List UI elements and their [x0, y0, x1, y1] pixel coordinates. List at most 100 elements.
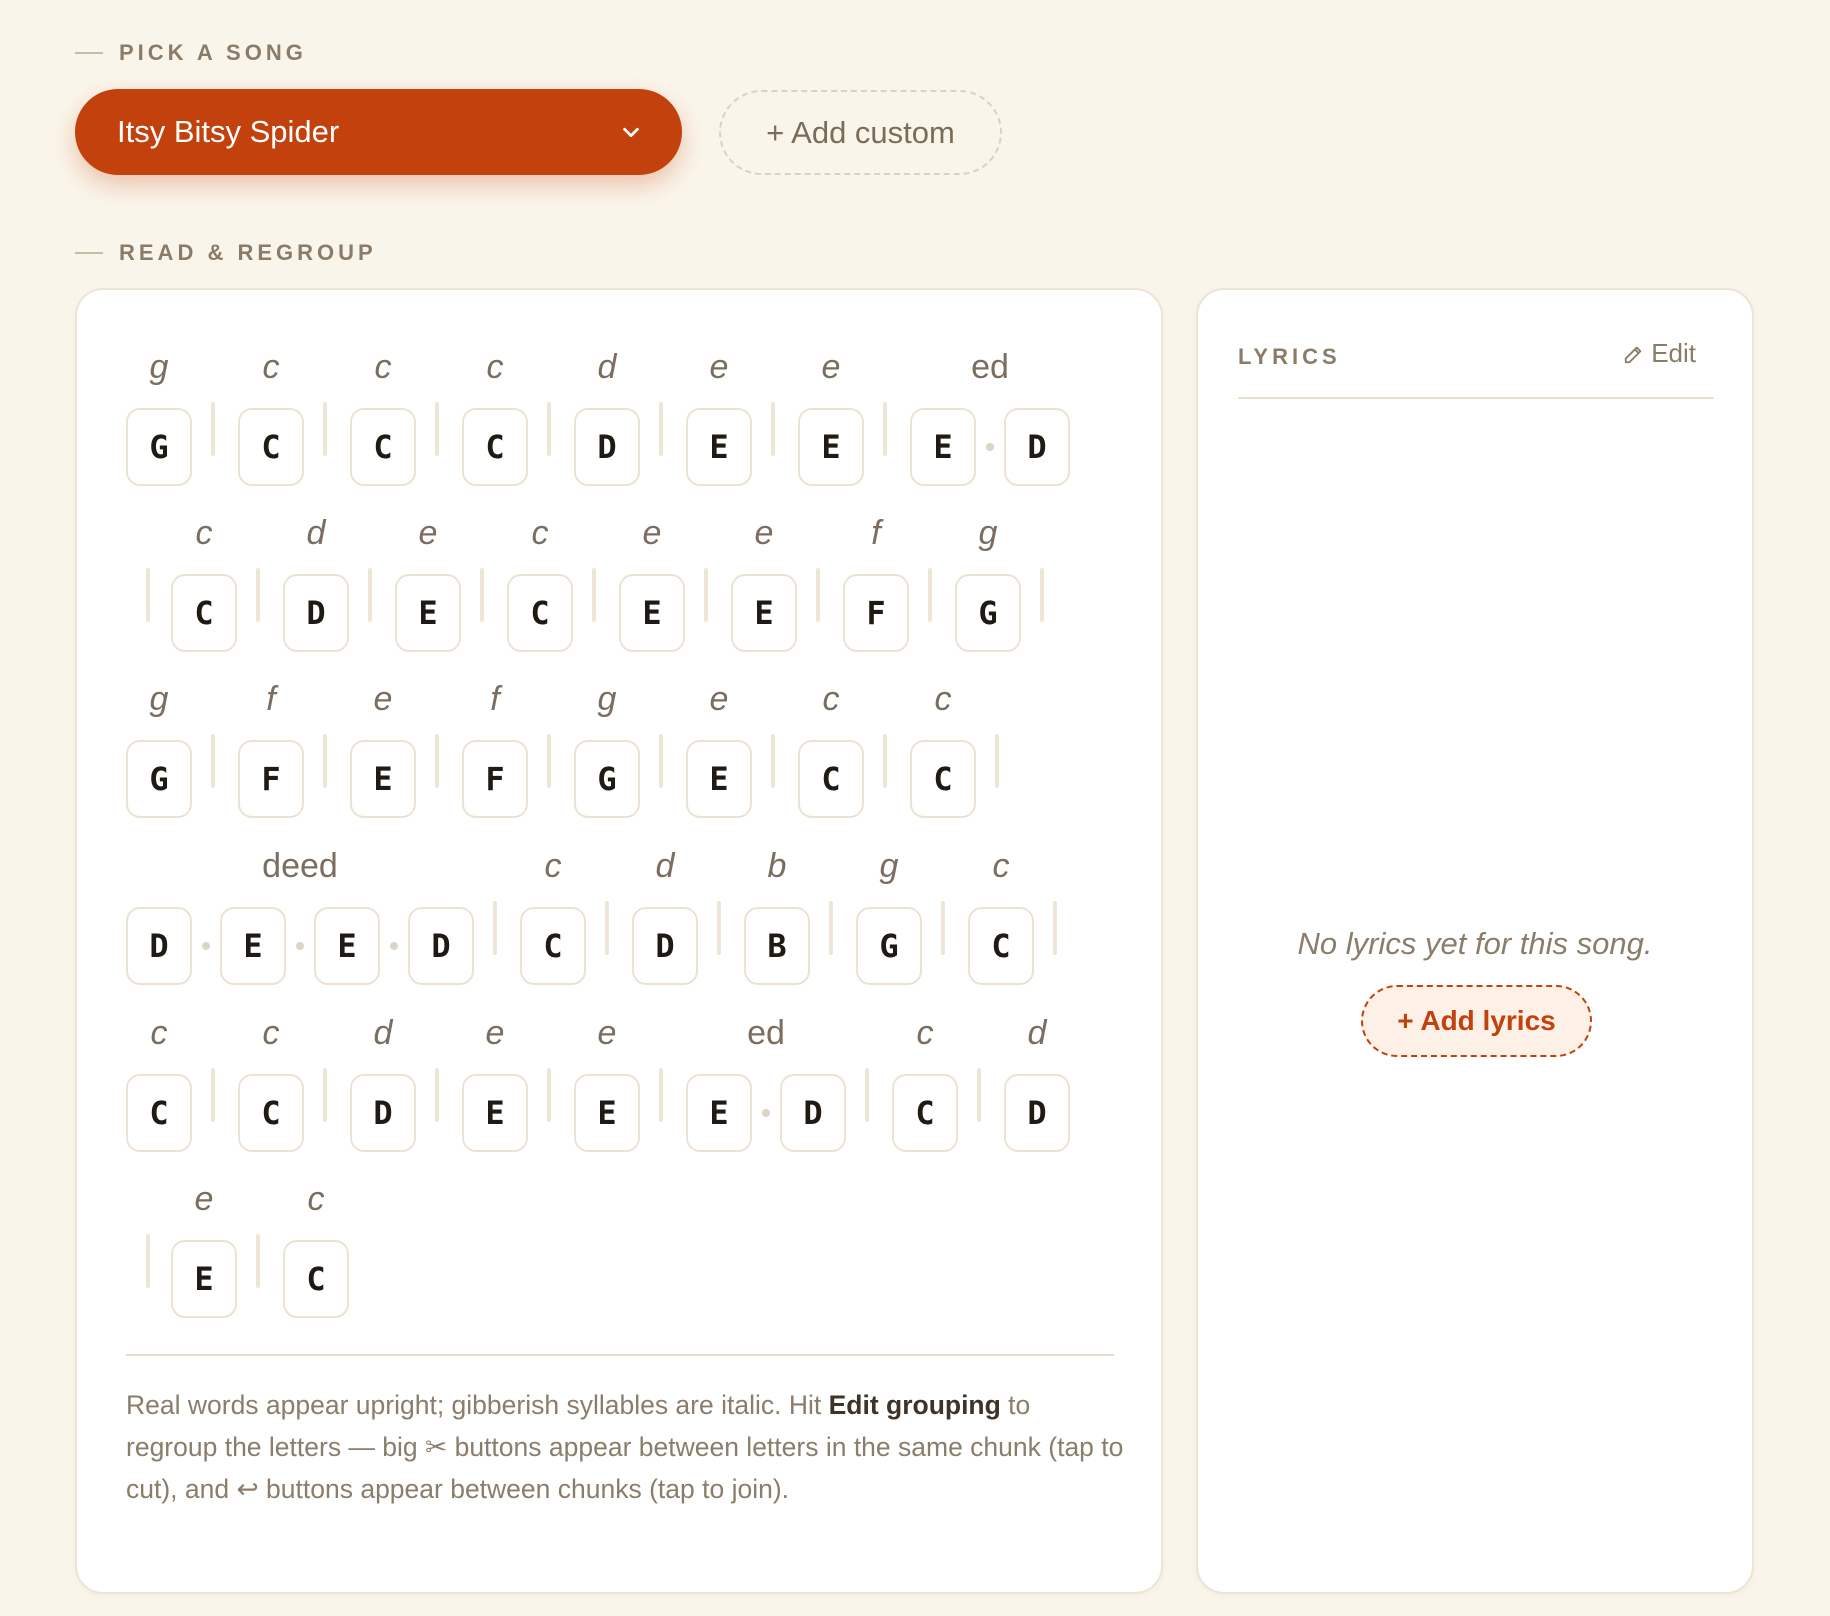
chunk-syllable: c — [822, 680, 840, 718]
help-text-part1: Real words appear upright; gibberish syl… — [126, 1390, 829, 1420]
letter-tile[interactable]: C — [910, 740, 976, 818]
grouping-divider — [126, 1354, 1114, 1356]
letter-tile[interactable]: C — [968, 907, 1034, 985]
letter-tile[interactable]: G — [955, 574, 1021, 652]
letter-tile[interactable]: E — [910, 408, 976, 486]
letter-tile[interactable]: E — [462, 1074, 528, 1152]
chunk-separator — [995, 734, 999, 788]
letter-tile[interactable]: E — [395, 574, 461, 652]
letter-tile[interactable]: C — [283, 1240, 349, 1318]
letter-tile[interactable]: E — [220, 907, 286, 985]
chunk-separator — [865, 1068, 869, 1122]
letter-tile[interactable]: C — [126, 1074, 192, 1152]
chunk-separator — [435, 402, 439, 456]
letter-tile[interactable]: D — [126, 907, 192, 985]
chunk-separator — [829, 901, 833, 955]
chunk-separator — [883, 734, 887, 788]
letter-tile[interactable]: C — [798, 740, 864, 818]
letter-tile[interactable]: G — [126, 740, 192, 818]
song-select[interactable]: Itsy Bitsy Spider — [75, 89, 682, 175]
chunk-separator — [977, 1068, 981, 1122]
read-regroup-label-text: READ & REGROUP — [119, 240, 377, 265]
chunk-separator — [928, 568, 932, 622]
edit-lyrics-button[interactable]: Edit — [1623, 338, 1696, 369]
letter-tile[interactable]: D — [632, 907, 698, 985]
letter-tile[interactable]: C — [892, 1074, 958, 1152]
chunk-syllable: deed — [262, 847, 338, 885]
chunk-separator — [323, 734, 327, 788]
chunk-syllable: g — [597, 680, 617, 718]
chunk-syllable: c — [262, 1014, 280, 1052]
letter-tile[interactable]: C — [238, 1074, 304, 1152]
chunk-syllable: c — [916, 1014, 934, 1052]
letter-joiner-dot — [986, 443, 994, 451]
chunk-separator — [605, 901, 609, 955]
letter-tile[interactable]: E — [350, 740, 416, 818]
letter-tile[interactable]: F — [843, 574, 909, 652]
chunk-separator — [771, 734, 775, 788]
chunk-syllable: ed — [971, 348, 1009, 386]
help-text-edit-grouping: Edit grouping — [828, 1390, 1001, 1420]
chunk-separator — [323, 1068, 327, 1122]
letter-tile[interactable]: C — [520, 907, 586, 985]
letter-joiner-dot — [202, 942, 210, 950]
letter-tile[interactable]: G — [856, 907, 922, 985]
letter-tile[interactable]: C — [171, 574, 237, 652]
grouping-help-text: Real words appear upright; gibberish syl… — [126, 1384, 1126, 1510]
letter-tile[interactable]: C — [462, 408, 528, 486]
letter-tile[interactable]: D — [780, 1074, 846, 1152]
letter-tile[interactable]: E — [686, 408, 752, 486]
chunk-syllable: c — [307, 1180, 325, 1218]
letter-tile[interactable]: C — [507, 574, 573, 652]
letter-joiner-dot — [296, 942, 304, 950]
letter-tile[interactable]: D — [350, 1074, 416, 1152]
label-dash — [75, 52, 103, 54]
letter-tile[interactable]: E — [686, 740, 752, 818]
chunk-separator — [659, 1068, 663, 1122]
chunk-syllable: e — [194, 1180, 214, 1218]
letter-tile[interactable]: E — [171, 1240, 237, 1318]
letter-tile[interactable]: D — [574, 408, 640, 486]
letter-tile[interactable]: G — [126, 408, 192, 486]
chunk-syllable: e — [373, 680, 393, 718]
letter-tile[interactable]: E — [314, 907, 380, 985]
letter-tile[interactable]: F — [462, 740, 528, 818]
letter-tile[interactable]: D — [1004, 408, 1070, 486]
letter-tile[interactable]: F — [238, 740, 304, 818]
chunk-syllable: c — [544, 847, 562, 885]
letter-joiner-dot — [762, 1109, 770, 1117]
chunk-syllable: c — [150, 1014, 168, 1052]
letter-tile[interactable]: E — [619, 574, 685, 652]
letter-tile[interactable]: C — [238, 408, 304, 486]
letter-tile[interactable]: D — [1004, 1074, 1070, 1152]
chunk-separator — [547, 1068, 551, 1122]
chunk-separator — [1053, 901, 1057, 955]
letter-tile[interactable]: E — [798, 408, 864, 486]
chunk-separator — [493, 901, 497, 955]
letter-tile[interactable]: E — [574, 1074, 640, 1152]
chunk-syllable: c — [486, 348, 504, 386]
read-regroup-label: READ & REGROUP — [75, 240, 377, 266]
letter-tile[interactable]: E — [731, 574, 797, 652]
chunk-syllable: g — [978, 514, 998, 552]
chunk-separator — [659, 402, 663, 456]
pick-song-label: PICK A SONG — [75, 40, 307, 66]
chunk-syllable: c — [262, 348, 280, 386]
song-select-value: Itsy Bitsy Spider — [117, 114, 340, 149]
letter-tile[interactable]: G — [574, 740, 640, 818]
pick-song-label-text: PICK A SONG — [119, 40, 307, 65]
add-lyrics-button[interactable]: + Add lyrics — [1361, 985, 1592, 1057]
letter-tile[interactable]: D — [408, 907, 474, 985]
letter-tile[interactable]: D — [283, 574, 349, 652]
letter-tile[interactable]: E — [686, 1074, 752, 1152]
letter-tile[interactable]: C — [350, 408, 416, 486]
chunk-syllable: c — [992, 847, 1010, 885]
chunk-syllable: d — [306, 514, 326, 552]
chunk-syllable: c — [934, 680, 952, 718]
chunk-separator — [368, 568, 372, 622]
edit-lyrics-label: Edit — [1651, 338, 1696, 368]
chunk-separator — [323, 402, 327, 456]
no-lyrics-message: No lyrics yet for this song. — [1297, 926, 1653, 961]
add-custom-button[interactable]: + Add custom — [719, 90, 1002, 175]
letter-tile[interactable]: B — [744, 907, 810, 985]
